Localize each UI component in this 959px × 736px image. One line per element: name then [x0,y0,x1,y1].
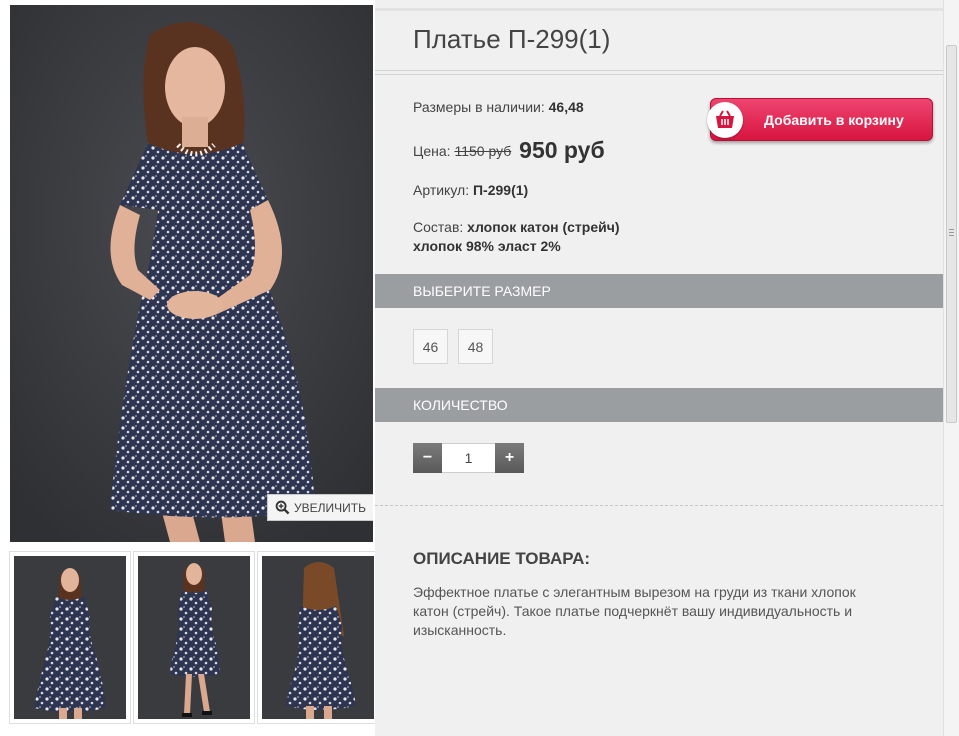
thumbnail-front[interactable] [9,551,131,724]
zoom-button[interactable]: УВЕЛИЧИТЬ [267,494,373,521]
divider [375,8,943,11]
quantity-input[interactable] [442,443,495,473]
thumbnail-strip [9,551,379,724]
size-option-48[interactable]: 48 [458,329,493,364]
quantity-stepper: − + [413,443,524,473]
zoom-label: УВЕЛИЧИТЬ [294,500,366,515]
composition: Состав: хлопок катон (стрейч) хлопок 98%… [413,218,620,256]
increase-quantity-button[interactable]: + [495,443,524,473]
thumbnail-back-image [286,562,356,719]
divider [375,74,943,75]
thumbnail-front-image [34,568,106,719]
magnifier-plus-icon [275,500,290,515]
price: Цена: 1150 руб 950 руб [413,137,605,164]
sizes-value: 46,48 [548,99,584,115]
decrease-quantity-button[interactable]: − [413,443,442,473]
price-label: Цена: [413,143,451,159]
thumbnail-side-image [170,563,220,717]
grip-icon [949,229,954,236]
basket-icon [707,101,743,138]
product-details-panel: Платье П-299(1) Размеры в наличии: 46,48… [375,0,943,736]
divider [375,70,943,71]
size-section-heading: ВЫБЕРИТЕ РАЗМЕР [375,274,943,308]
composition-line1: хлопок катон (стрейч) [467,219,620,235]
article-label: Артикул: [413,182,470,198]
price-new: 950 руб [519,137,605,163]
sizes-label: Размеры в наличии: [413,99,545,115]
article-value: П-299(1) [472,182,529,198]
size-option-46[interactable]: 46 [413,329,448,364]
thumbnail-side[interactable] [133,551,255,724]
scrollbar-thumb[interactable] [946,45,957,423]
composition-label: Состав: [413,219,464,235]
description-text: Эффектное платье с элегантным вырезом на… [413,584,856,638]
add-to-cart-label: Добавить в корзину [764,111,904,128]
price-old: 1150 руб [454,143,512,159]
description-heading: ОПИСАНИЕ ТОВАРА: [413,549,591,568]
dress-photo [10,5,373,542]
thumbnail-back[interactable] [257,551,379,724]
available-sizes: Размеры в наличии: 46,48 [413,99,584,115]
add-to-cart-button[interactable]: Добавить в корзину [707,98,933,141]
quantity-section-heading: КОЛИЧЕСТВО [375,388,943,422]
main-product-image[interactable]: УВЕЛИЧИТЬ [10,5,373,542]
article: Артикул: П-299(1) [413,182,528,198]
composition-line2: хлопок 98% эласт 2% [413,238,561,254]
divider [375,505,943,506]
scrollbar[interactable] [943,0,959,736]
product-title: Платье П-299(1) [413,24,611,54]
